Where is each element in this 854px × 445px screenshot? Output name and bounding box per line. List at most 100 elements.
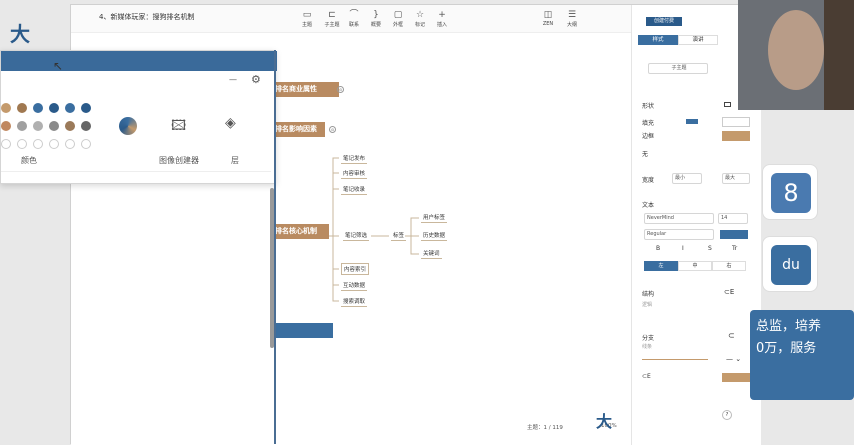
toolbar-theme-button[interactable]: ▭ 主题 <box>296 10 318 28</box>
watermark-logo: 大 <box>596 412 613 431</box>
create-button[interactable]: 创建付费 <box>646 17 682 26</box>
color-dot[interactable] <box>17 121 27 131</box>
color-dot[interactable] <box>81 103 91 113</box>
structure-sub-label: 逻辑 <box>642 302 653 308</box>
tab-image-creator[interactable]: 图像创建器 <box>159 155 199 166</box>
summary-icon: } <box>373 10 379 20</box>
width-label: 宽度 <box>642 177 655 184</box>
mindmap-node[interactable]: 排名影响因素 <box>271 122 325 137</box>
color-dot[interactable] <box>49 121 59 131</box>
toolbar-marker-button[interactable]: ☆ 标记 <box>409 10 431 28</box>
kuaishou-app-icon[interactable]: 8 <box>762 164 818 220</box>
mindmap-leaf[interactable]: 内容索引 <box>341 263 370 275</box>
toolbar-summary-button[interactable]: } 概要 <box>365 10 387 28</box>
toolbar-outline-button[interactable]: ☰ 大纲 <box>561 10 583 28</box>
divider <box>1 171 271 172</box>
branch-color-swatch[interactable] <box>722 373 750 382</box>
overlay-banner: 总监，培养 0万，服务 <box>750 310 854 400</box>
mindmap-leaf[interactable]: 历史数据 <box>421 230 448 241</box>
mindmap-leaf[interactable]: 笔记收录 <box>341 184 368 195</box>
strike-button[interactable]: S <box>708 245 712 252</box>
color-dot[interactable] <box>1 121 11 131</box>
mindmap-node[interactable] <box>271 323 333 338</box>
mindmap-node[interactable]: 排名核心机制 <box>271 224 329 239</box>
mindmap-leaf[interactable]: 笔记筛选 <box>343 230 370 241</box>
line-style-icon[interactable]: — ⌄ <box>726 355 741 363</box>
toolbar-boundary-button[interactable]: ▢ 外框 <box>387 10 409 28</box>
fill-label: 填充 <box>642 120 655 127</box>
tab-pitch[interactable]: 演讲 <box>678 35 718 45</box>
boundary-icon: ▢ <box>393 10 403 20</box>
shape-label: 形状 <box>642 103 655 110</box>
mindmap-leaf[interactable]: 标签 <box>391 230 407 241</box>
help-icon[interactable]: ? <box>722 410 732 420</box>
presenter-face <box>768 10 824 90</box>
node-link-icon[interactable]: ⊙ <box>329 126 336 133</box>
align-center-button[interactable]: 中 <box>678 261 712 271</box>
structure-icon[interactable]: ⊂E <box>724 288 734 296</box>
case-button[interactable]: Tr <box>732 245 737 252</box>
color-dot[interactable] <box>33 103 43 113</box>
color-dot[interactable] <box>65 103 75 113</box>
fill-color-swatch[interactable] <box>686 119 698 124</box>
branch-label: 分支 <box>642 335 655 342</box>
border-label: 边框 <box>642 133 655 140</box>
palette-icon[interactable] <box>119 117 137 135</box>
color-dot[interactable] <box>1 139 11 149</box>
color-popover: ↖ — ⚙ 🖾 ◈ 颜色 图像创建器 层 <box>0 50 277 184</box>
font-weight-select[interactable]: Regular <box>644 229 714 240</box>
max-width-field[interactable]: 最大 <box>722 173 750 184</box>
baidu-app-icon[interactable]: du <box>762 236 818 292</box>
fill-picker[interactable] <box>722 117 750 127</box>
line-preview[interactable] <box>642 359 708 360</box>
tab-color[interactable]: 颜色 <box>21 155 37 166</box>
branch-style-icon[interactable]: ⊂ <box>728 331 735 340</box>
tab-layers[interactable]: 层 <box>231 155 239 166</box>
color-dot[interactable] <box>33 121 43 131</box>
toolbar-zen-button[interactable]: ◫ ZEN <box>537 10 559 27</box>
tab-style[interactable]: 样式 <box>638 35 678 45</box>
text-color-swatch[interactable] <box>720 230 748 239</box>
minimize-icon[interactable]: — <box>229 75 237 84</box>
font-size-select[interactable]: 14 <box>718 213 748 224</box>
mindmap-leaf[interactable]: 笔记发布 <box>341 153 368 164</box>
mindmap-leaf[interactable]: 搜索调取 <box>341 296 368 307</box>
italic-button[interactable]: I <box>682 245 684 252</box>
topic-type-field[interactable]: 子主题 <box>648 63 708 74</box>
status-topic-count: 主题：1 / 119 <box>527 425 563 431</box>
node-link-icon[interactable]: ⊙ <box>337 86 344 93</box>
cursor-icon: ↖ <box>53 59 64 73</box>
none-label[interactable]: 无 <box>642 149 648 158</box>
line-label: 线条 <box>642 344 653 350</box>
color-dot[interactable] <box>65 121 75 131</box>
min-width-field[interactable]: 最小 <box>672 173 702 184</box>
color-dot[interactable] <box>33 139 43 149</box>
line-end-icon[interactable]: ⊂E <box>642 373 651 380</box>
mindmap-leaf[interactable]: 关键词 <box>421 248 442 259</box>
color-dot[interactable] <box>81 139 91 149</box>
color-dot[interactable] <box>1 103 11 113</box>
color-dot[interactable] <box>65 139 75 149</box>
toolbar-subtopic-button[interactable]: ⊏ 子主题 <box>321 10 343 28</box>
align-left-button[interactable]: 左 <box>644 261 678 271</box>
font-family-select[interactable]: NeverMind <box>644 213 714 224</box>
color-dot[interactable] <box>49 103 59 113</box>
align-right-button[interactable]: 右 <box>712 261 746 271</box>
relationship-icon: ⌒ <box>349 10 359 20</box>
color-dot[interactable] <box>17 139 27 149</box>
shape-icon[interactable] <box>724 102 731 107</box>
border-color-swatch[interactable] <box>722 131 750 141</box>
mindmap-node[interactable]: 排名商业属性 <box>271 82 339 97</box>
bold-button[interactable]: B <box>656 245 660 252</box>
image-creator-icon[interactable]: 🖾 <box>171 115 186 139</box>
mindmap-leaf[interactable]: 用户标签 <box>421 212 448 223</box>
color-dot[interactable] <box>81 121 91 131</box>
toolbar-relationship-button[interactable]: ⌒ 联系 <box>343 10 365 28</box>
mindmap-leaf[interactable]: 内容审核 <box>341 168 368 179</box>
layers-icon[interactable]: ◈ <box>225 115 236 131</box>
toolbar-insert-button[interactable]: + 插入 <box>431 10 453 28</box>
mindmap-leaf[interactable]: 互动数据 <box>341 280 368 291</box>
color-dot[interactable] <box>49 139 59 149</box>
gear-icon[interactable]: ⚙ <box>251 73 261 86</box>
color-dot[interactable] <box>17 103 27 113</box>
